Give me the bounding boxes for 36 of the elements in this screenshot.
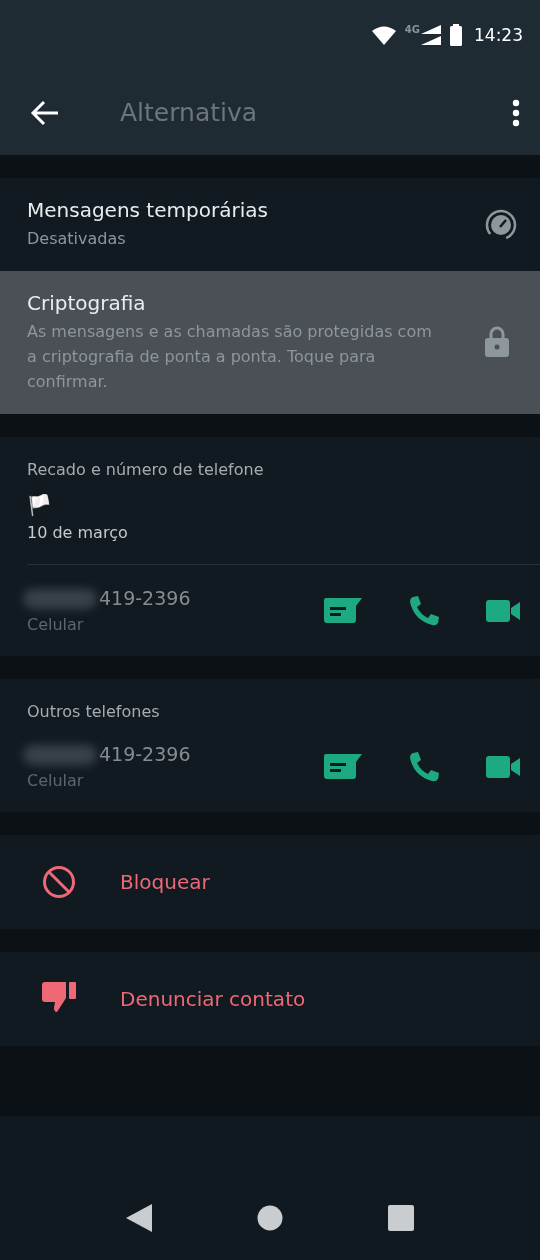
back-arrow-icon[interactable] (30, 99, 60, 126)
video-call-icon[interactable] (486, 599, 520, 622)
action-label: Denunciar contato (120, 987, 306, 1011)
phone-icon[interactable] (409, 751, 439, 782)
timer-icon (484, 207, 518, 242)
video-call-icon[interactable] (486, 755, 520, 778)
more-menu-icon[interactable] (512, 98, 520, 127)
setting-row[interactable]: Criptografia As mensagens e as chamadas são protegidas com a criptografia de ponta a ponta. Toque para confirmar. (0, 271, 540, 414)
section-heading: Recado e número de telefone (26, 459, 265, 479)
action-row[interactable]: Denunciar contato (0, 952, 540, 1046)
phone-icon[interactable] (409, 595, 439, 626)
message-icon[interactable] (324, 753, 362, 780)
status-date: 10 de março (26, 522, 129, 544)
action-row[interactable]: Bloquear (0, 835, 540, 929)
setting-description: Desativadas (27, 228, 127, 250)
wifi-icon (370, 25, 397, 45)
phone-number: 419-2396 (27, 587, 191, 609)
block-icon (42, 865, 76, 899)
contact-name: Alternativa (120, 98, 259, 127)
network-label: 4G (404, 24, 420, 35)
setting-row[interactable]: Mensagens temporárias Desativadas (0, 178, 540, 271)
phone-type: Celular (27, 771, 85, 790)
battery-icon (450, 24, 462, 46)
section-heading: Outros telefones (26, 701, 161, 721)
message-icon[interactable] (324, 597, 362, 624)
phone-type: Celular (27, 615, 85, 634)
back-icon[interactable] (126, 1204, 152, 1232)
signal-icon (420, 24, 442, 46)
status-text: 🏳 (26, 492, 53, 517)
phone-number: 419-2396 (27, 743, 191, 765)
status-time: 14:23 (474, 25, 523, 45)
setting-title: Criptografia (27, 291, 147, 315)
setting-description: As mensagens e as chamadas são protegidas com a criptografia de ponta a ponta. Toque para confirmar. (27, 321, 433, 393)
home-icon[interactable] (257, 1205, 283, 1231)
setting-title: Mensagens temporárias (27, 198, 269, 222)
action-label: Bloquear (120, 870, 210, 894)
